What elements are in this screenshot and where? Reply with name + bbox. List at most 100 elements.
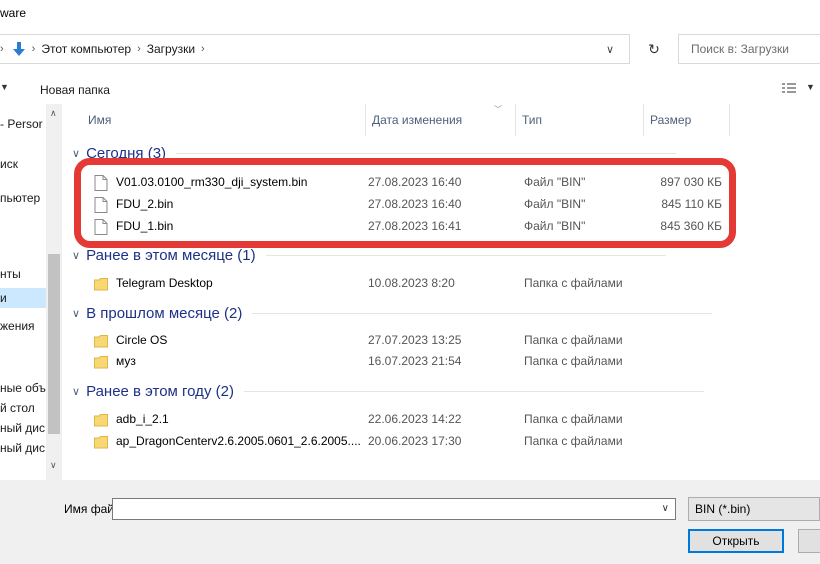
list-item[interactable]: ap_DragonCenterv2.6.2005.0601_2.6.2005..… [84,430,804,452]
navigation-pane: - Persor иск пьютер нты и жения ные объ … [0,104,62,480]
group-divider [252,312,713,314]
nav-item-desktop[interactable]: й стол [0,398,46,418]
nav-item-quick-access[interactable]: - Persor [0,114,46,134]
file-type: Папка с файлами [524,276,623,290]
chevron-down-icon[interactable]: ∨ [662,503,669,514]
crumb-separator-icon: › [201,43,205,55]
nav-item-label: ный дис [0,441,45,455]
folder-icon [94,335,108,348]
file-date: 27.07.2023 13:25 [368,333,462,347]
group-label: Ранее в этом году (2) [86,382,234,400]
group-divider [176,152,677,154]
nav-item-label: ные объ [0,381,46,395]
nav-item-local-disk-1[interactable]: ный дис [0,418,46,438]
column-label: Дата изменения [372,113,463,127]
column-label: Имя [88,113,112,127]
file-date: 22.06.2023 14:22 [368,412,462,426]
file-name: муз [116,354,136,368]
nav-item-local-disk-2[interactable]: ный дис [0,438,46,458]
file-type-select[interactable]: BIN (*.bin) [688,497,820,521]
file-type: Папка с файлами [524,333,623,347]
crumb-separator-icon: › [31,43,36,55]
file-date: 20.06.2023 17:30 [368,434,462,448]
folder-icon [94,356,108,369]
nav-item-pictures[interactable]: жения [0,316,46,336]
refresh-icon: ↻ [648,40,660,57]
group-header[interactable]: ∨ В прошлом месяце (2) [72,302,713,324]
scroll-up-icon[interactable]: ∧ [50,108,57,119]
back-chevron-icon[interactable]: › [0,43,4,55]
chevron-down-icon: ∨ [72,307,81,320]
list-item[interactable]: муз 16.07.2023 21:54 Папка с файлами [84,350,804,372]
breadcrumb-this-pc[interactable]: Этот компьютер [41,35,131,63]
column-header-name[interactable]: Имя [82,104,366,136]
view-options-icon[interactable] [782,83,796,94]
nav-item-label: ный дис [0,421,45,435]
view-dropdown-icon[interactable]: ▼ [806,82,815,92]
bottom-panel: Имя файла: ∨ BIN (*.bin) Открыть [0,480,820,564]
nav-item-label: нты [0,267,21,281]
nav-item-downloads[interactable]: и [0,288,46,308]
chevron-down-icon: ∨ [72,385,81,398]
folder-icon [94,278,108,291]
nav-item-documents[interactable]: нты [0,264,46,284]
scroll-thumb[interactable] [48,254,60,434]
nav-item-3d-objects[interactable]: ные объ [0,378,46,398]
nav-item-label: пьютер [0,191,41,205]
open-button[interactable]: Открыть [688,529,784,553]
chevron-down-icon[interactable]: ∨ [606,43,614,56]
address-bar[interactable]: › › Этот компьютер › Загрузки › ∨ [0,34,630,64]
toolbar: ▼ Новая папка ▼ [0,76,820,102]
file-type-value: BIN (*.bin) [695,502,751,516]
breadcrumb-downloads[interactable]: Загрузки [147,35,195,63]
new-folder-button[interactable]: Новая папка [40,83,110,97]
chevron-down-icon: ∨ [72,249,81,262]
file-name: Telegram Desktop [116,276,213,290]
filename-input[interactable]: ∨ [112,498,676,520]
list-item[interactable]: Telegram Desktop 10.08.2023 8:20 Папка с… [84,272,804,294]
folder-icon [94,436,108,449]
address-row: › › Этот компьютер › Загрузки › ∨ ↻ Поис… [0,34,820,66]
file-type: Папка с файлами [524,354,623,368]
column-header-size[interactable]: Размер [644,104,730,136]
nav-item-label: - Persor [0,117,43,131]
highlight-annotation [74,158,736,248]
column-label: Размер [650,113,692,127]
group-header[interactable]: ∨ Ранее в этом году (2) [72,380,704,402]
crumb-separator-icon: › [137,43,141,55]
file-type: Папка с файлами [524,434,623,448]
search-input[interactable]: Поиск в: Загрузки [678,34,820,64]
file-name: adb_i_2.1 [116,412,169,426]
nav-item-label: жения [0,319,35,333]
group-label: В прошлом месяце (2) [86,304,243,322]
file-name: Circle OS [116,333,168,347]
nav-item-this-pc[interactable]: пьютер [0,188,46,208]
title-bar: ware [0,0,820,30]
column-label: Тип [522,113,543,127]
open-button-label: Открыть [712,534,760,548]
nav-item-label: и [0,291,7,305]
file-name: ap_DragonCenterv2.6.2005.0601_2.6.2005..… [116,434,361,448]
chevron-down-icon: ∨ [72,147,81,160]
window-title: ware [0,6,27,20]
cancel-button[interactable] [798,529,820,553]
file-type: Папка с файлами [524,412,623,426]
download-arrow-icon [12,42,25,56]
file-date: 10.08.2023 8:20 [368,276,455,290]
search-placeholder: Поиск в: Загрузки [691,42,789,56]
scroll-down-icon[interactable]: ∨ [50,460,57,471]
list-item[interactable]: Circle OS 27.07.2023 13:25 Папка с файла… [84,329,804,351]
nav-item-disk[interactable]: иск [0,154,46,174]
column-header-date[interactable]: Дата изменения [366,104,516,136]
folder-icon [94,414,108,427]
refresh-button[interactable]: ↻ [638,34,670,64]
organize-dropdown-icon[interactable]: ▼ [0,82,9,92]
column-header-type[interactable]: Тип [516,104,644,136]
nav-item-label: й стол [0,401,35,415]
file-date: 16.07.2023 21:54 [368,354,462,368]
nav-item-label: иск [0,157,18,171]
group-divider [243,390,704,392]
nav-scrollbar[interactable]: ∧ ∨ [46,104,62,480]
list-item[interactable]: adb_i_2.1 22.06.2023 14:22 Папка с файла… [84,408,804,430]
group-label: Ранее в этом месяце (1) [86,246,256,264]
